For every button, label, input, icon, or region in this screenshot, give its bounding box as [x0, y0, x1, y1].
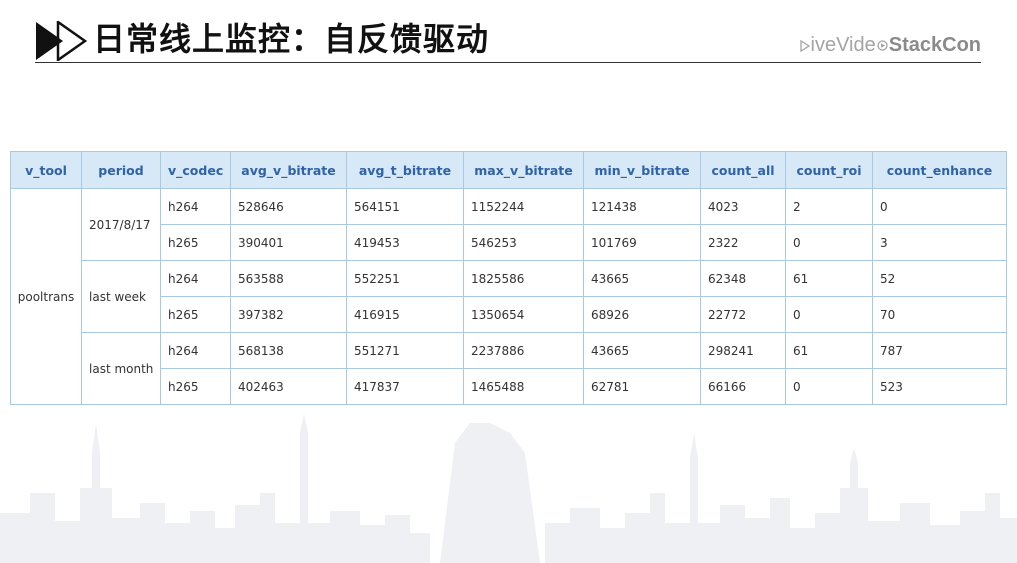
table-cell: 402463 — [230, 368, 347, 405]
column-header: count_enhance — [872, 151, 1007, 189]
period-cell: 2017/8/17 — [81, 188, 161, 261]
play-arrow-icon — [36, 21, 87, 61]
slide-title: 日常线上监控：自反馈驱动 — [93, 20, 490, 58]
table-cell: 546253 — [463, 224, 584, 261]
logo-play-icon — [799, 40, 810, 52]
column-header: avg_v_bitrate — [230, 151, 347, 189]
table-cell: 61 — [785, 332, 873, 369]
bitrate-monitoring-table: v_tool period v_codec avg_v_bitrate avg_… — [10, 151, 1007, 405]
table-row: last week h264 563588 552251 1825586 436… — [11, 260, 1007, 333]
table-header-row: v_tool period v_codec avg_v_bitrate avg_… — [10, 151, 1007, 189]
table-cell: 0 — [785, 224, 873, 261]
table-cell: 787 — [872, 332, 1007, 369]
table-cell: 298241 — [700, 332, 786, 369]
table-cell: 563588 — [230, 260, 347, 297]
column-header: count_roi — [785, 151, 873, 189]
table-cell: 416915 — [346, 296, 464, 333]
logo-eye-icon — [877, 40, 888, 51]
table-row: h265 397382 416915 1350654 68926 22772 0… — [11, 296, 1007, 333]
table-cell: 61 — [785, 260, 873, 297]
logo-text-stackcon: StackCon — [888, 34, 981, 56]
table-cell: 2 — [785, 188, 873, 225]
table-cell: 568138 — [230, 332, 347, 369]
city-skyline-background — [0, 413, 1017, 563]
table-cell: 68926 — [583, 296, 701, 333]
table-cell: 564151 — [346, 188, 464, 225]
table-cell: 2237886 — [463, 332, 584, 369]
column-header: avg_t_bitrate — [346, 151, 464, 189]
table-cell: 4023 — [700, 188, 786, 225]
table-row: h265 390401 419453 546253 101769 2322 0 … — [11, 224, 1007, 261]
logo-text-live: ive — [810, 34, 837, 56]
table-cell: h264 — [160, 188, 231, 225]
table-row: pooltrans 2017/8/17 h264 528646 564151 1… — [10, 188, 1007, 405]
table-cell: 552251 — [346, 260, 464, 297]
livevideostackcon-logo: ive Vide StackCon — [799, 33, 981, 57]
table-cell: 523 — [872, 368, 1007, 405]
column-header: v_codec — [160, 151, 231, 189]
table-cell: 528646 — [230, 188, 347, 225]
table-cell: 390401 — [230, 224, 347, 261]
table-cell: 1825586 — [463, 260, 584, 297]
table-cell: h265 — [160, 296, 231, 333]
v-tool-cell: pooltrans — [10, 188, 82, 405]
table-cell: 551271 — [346, 332, 464, 369]
column-header: count_all — [700, 151, 786, 189]
table-cell: 22772 — [700, 296, 786, 333]
table-cell: 62781 — [583, 368, 701, 405]
table-cell: 52 — [872, 260, 1007, 297]
table-cell: h265 — [160, 368, 231, 405]
table-cell: 2322 — [700, 224, 786, 261]
table-cell: 419453 — [346, 224, 464, 261]
period-cell: last month — [81, 332, 161, 405]
table-row: last month h264 568138 551271 2237886 43… — [11, 332, 1007, 405]
table-cell: 43665 — [583, 260, 701, 297]
table-cell: 1152244 — [463, 188, 584, 225]
period-cell: last week — [81, 260, 161, 333]
table-cell: 397382 — [230, 296, 347, 333]
table-cell: 62348 — [700, 260, 786, 297]
table-cell: h264 — [160, 332, 231, 369]
column-header: period — [81, 151, 161, 189]
table-cell: 3 — [872, 224, 1007, 261]
table-cell: 101769 — [583, 224, 701, 261]
table-cell: h264 — [160, 260, 231, 297]
column-header: max_v_bitrate — [463, 151, 584, 189]
table-cell: h265 — [160, 224, 231, 261]
table-cell: 121438 — [583, 188, 701, 225]
table-cell: 1350654 — [463, 296, 584, 333]
table-cell: 0 — [785, 296, 873, 333]
column-header: v_tool — [10, 151, 82, 189]
table-cell: 66166 — [700, 368, 786, 405]
logo-text-video: Vide — [836, 34, 876, 56]
table-cell: 0 — [872, 188, 1007, 225]
table-cell: 70 — [872, 296, 1007, 333]
table-cell: 0 — [785, 368, 873, 405]
title-divider — [35, 62, 981, 63]
table-cell: 1465488 — [463, 368, 584, 405]
slide-header: 日常线上监控：自反馈驱动 ive Vide StackCon — [0, 0, 1017, 70]
column-header: min_v_bitrate — [583, 151, 701, 189]
table-cell: 43665 — [583, 332, 701, 369]
table-row: h265 402463 417837 1465488 62781 66166 0… — [11, 368, 1007, 405]
table-cell: 417837 — [346, 368, 464, 405]
